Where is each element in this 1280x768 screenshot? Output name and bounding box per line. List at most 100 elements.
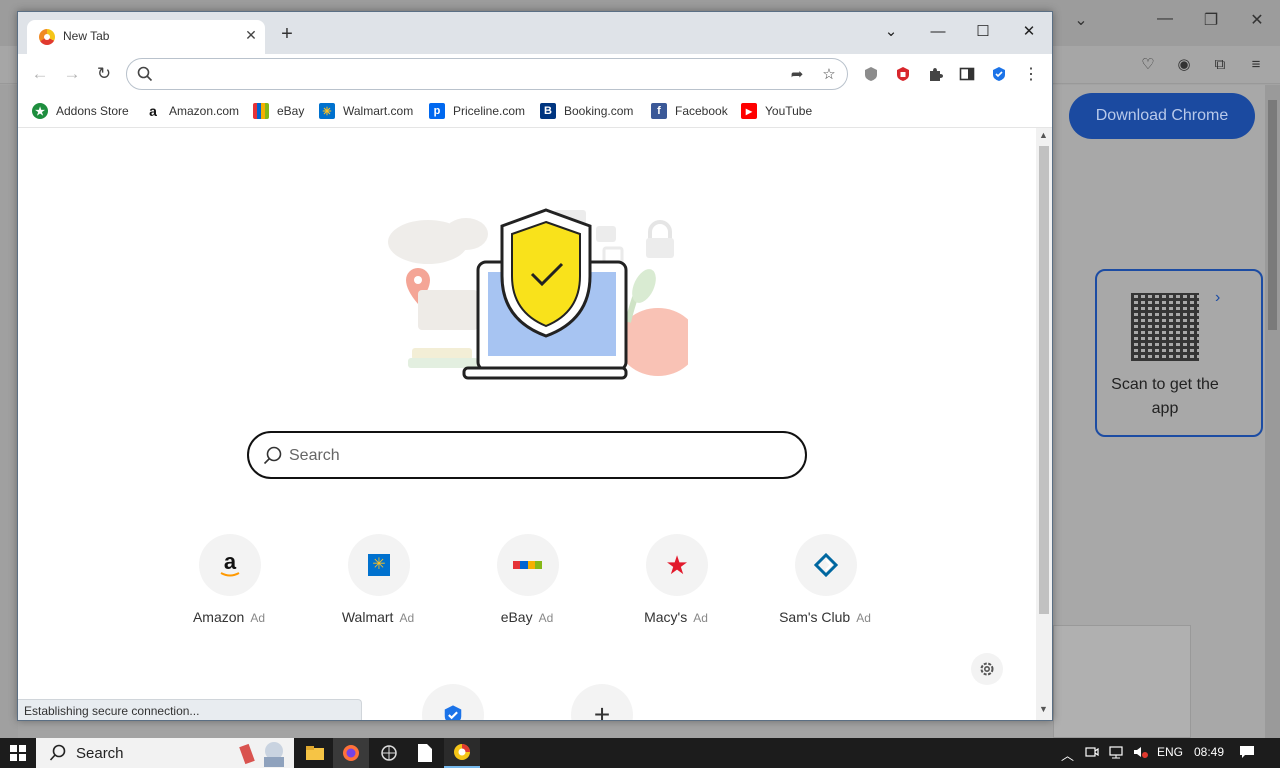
bookmark-ebay[interactable]: eBay xyxy=(253,102,304,120)
search-input[interactable] xyxy=(289,445,769,467)
priceline-icon: p xyxy=(429,103,445,119)
bookmark-facebook[interactable]: f Facebook xyxy=(651,102,728,120)
address-bar[interactable]: ➦ ☆ xyxy=(126,58,848,90)
addons-store-icon: ★ xyxy=(32,103,48,119)
close-window-icon[interactable]: ✕ xyxy=(1015,20,1043,44)
title-bar: New Tab ✕ + ⌄ — ☐ ✕ xyxy=(18,12,1052,54)
minimize-icon[interactable]: — xyxy=(924,20,952,44)
walmart-logo-icon: ✳ xyxy=(348,534,410,596)
background-page-edge xyxy=(0,85,18,738)
tab-new-tab[interactable]: New Tab ✕ xyxy=(27,20,265,54)
bookmark-label: YouTube xyxy=(765,104,813,118)
extension-gray-shield-icon[interactable] xyxy=(861,64,881,84)
scroll-up-arrow-icon[interactable]: ▲ xyxy=(1039,130,1048,140)
extensions-puzzle-icon[interactable] xyxy=(925,64,945,84)
shortcut-amazon[interactable]: a Amazon Ad xyxy=(169,534,289,634)
shortcut-macys[interactable]: ★ Macy's Ad xyxy=(616,534,736,634)
back-icon[interactable]: ← xyxy=(28,63,52,85)
macys-star-icon: ★ xyxy=(646,534,708,596)
tray-chevron-icon[interactable]: ︿ xyxy=(1061,745,1074,764)
ebay-icon xyxy=(253,103,269,119)
extension-red-shield-icon[interactable] xyxy=(893,64,913,84)
share-icon[interactable]: ➦ xyxy=(787,65,807,85)
background-close-icon[interactable]: ✕ xyxy=(1242,10,1272,30)
ad-badge: Ad xyxy=(250,611,266,625)
status-bar: Establishing secure connection... xyxy=(18,699,362,720)
scrollbar[interactable]: ▲ ▼ xyxy=(1036,128,1052,720)
add-shortcut[interactable]: + xyxy=(541,684,661,720)
shortcut-ebay[interactable]: eBay Ad xyxy=(467,534,587,634)
clock[interactable]: 08:49 xyxy=(1194,745,1224,759)
qr-card[interactable]: › Scan to get the app xyxy=(1095,269,1263,437)
tab-close-icon[interactable]: ✕ xyxy=(243,27,259,44)
browser-window: New Tab ✕ + ⌄ — ☐ ✕ ← → ↻ ➦ ☆ ⋮ ★ Addons… xyxy=(17,11,1053,721)
amazon-icon: a xyxy=(149,103,157,119)
ebay-logo-icon xyxy=(497,534,559,596)
bookmark-walmart[interactable]: ✳ Walmart.com xyxy=(319,102,413,120)
notifications-icon[interactable] xyxy=(1239,745,1255,762)
volume-muted-icon[interactable] xyxy=(1133,745,1149,762)
browser-taskbar-icon[interactable] xyxy=(444,738,480,768)
app-sphere-icon[interactable] xyxy=(371,738,407,768)
search-icon xyxy=(49,744,66,761)
ad-badge: Ad xyxy=(856,611,871,625)
shortcut-sams-club[interactable]: Sam's Club Ad xyxy=(765,534,885,634)
background-restore-icon[interactable]: ❐ xyxy=(1196,10,1226,30)
background-card xyxy=(1053,625,1191,738)
tile-label: eBay xyxy=(500,609,533,625)
forward-icon[interactable]: → xyxy=(60,63,84,85)
search-box[interactable] xyxy=(247,431,807,479)
language-indicator[interactable]: ENG xyxy=(1157,745,1183,759)
download-chrome-button[interactable]: Download Chrome xyxy=(1069,93,1255,139)
security-illustration xyxy=(388,208,688,380)
booking-icon: B xyxy=(540,103,556,119)
address-input[interactable] xyxy=(161,65,761,85)
search-icon xyxy=(263,446,282,465)
windows-start-icon[interactable] xyxy=(0,738,36,768)
qr-code-icon xyxy=(1131,293,1199,361)
pocket-icon[interactable]: ♡ xyxy=(1138,55,1158,75)
facebook-icon: f xyxy=(651,103,667,119)
extensions-icon[interactable]: ⧉ xyxy=(1210,55,1230,75)
account-icon[interactable]: ◉ xyxy=(1174,55,1194,75)
tile-label: Walmart xyxy=(341,609,394,625)
toolbar: ← → ↻ ➦ ☆ ⋮ xyxy=(18,54,1052,94)
new-tab-plus-icon[interactable]: + xyxy=(276,24,298,44)
scroll-down-arrow-icon[interactable]: ▼ xyxy=(1039,704,1048,714)
browser-logo-icon xyxy=(39,29,55,45)
bookmark-amazon[interactable]: a Amazon.com xyxy=(145,102,239,120)
extension-blue-shield-icon[interactable] xyxy=(989,64,1009,84)
background-scroll-thumb[interactable] xyxy=(1268,100,1277,330)
document-icon[interactable] xyxy=(407,738,443,768)
amazon-logo-icon: a xyxy=(199,534,261,596)
bookmark-addons-store[interactable]: ★ Addons Store xyxy=(32,102,129,120)
background-tab-list-icon[interactable]: ⌄ xyxy=(1066,10,1096,30)
bookmark-star-icon[interactable]: ☆ xyxy=(819,65,839,85)
maximize-icon[interactable]: ☐ xyxy=(969,20,997,44)
background-minimize-icon[interactable]: — xyxy=(1150,10,1180,28)
menu-icon[interactable]: ≡ xyxy=(1246,55,1266,75)
customize-gear-icon[interactable] xyxy=(971,653,1003,685)
bookmark-youtube[interactable]: ▶ YouTube xyxy=(741,102,812,120)
network-icon[interactable] xyxy=(1109,745,1125,762)
youtube-icon: ▶ xyxy=(741,103,757,119)
taskbar-search[interactable]: Search xyxy=(36,738,294,768)
firefox-icon[interactable] xyxy=(333,738,369,768)
ad-badge: Ad xyxy=(693,611,708,625)
meet-now-icon[interactable] xyxy=(1085,745,1099,762)
bookmark-booking[interactable]: B Booking.com xyxy=(540,102,633,120)
bookmark-label: Booking.com xyxy=(564,104,634,118)
bookmark-label: Amazon.com xyxy=(169,104,240,118)
tab-search-chevron-icon[interactable]: ⌄ xyxy=(877,20,905,44)
file-explorer-icon[interactable] xyxy=(297,738,333,768)
chevron-right-icon: › xyxy=(1215,289,1221,306)
shortcut-walmart[interactable]: ✳ Walmart Ad xyxy=(318,534,438,634)
bookmark-priceline[interactable]: p Priceline.com xyxy=(429,102,525,120)
scroll-thumb[interactable] xyxy=(1039,146,1049,614)
bookmark-label: Priceline.com xyxy=(453,104,526,118)
reload-icon[interactable]: ↻ xyxy=(92,63,116,85)
more-menu-icon[interactable]: ⋮ xyxy=(1021,64,1041,84)
tile-label: Amazon xyxy=(192,609,245,625)
side-panel-icon[interactable] xyxy=(957,64,977,84)
shortcut-security[interactable] xyxy=(392,684,512,720)
